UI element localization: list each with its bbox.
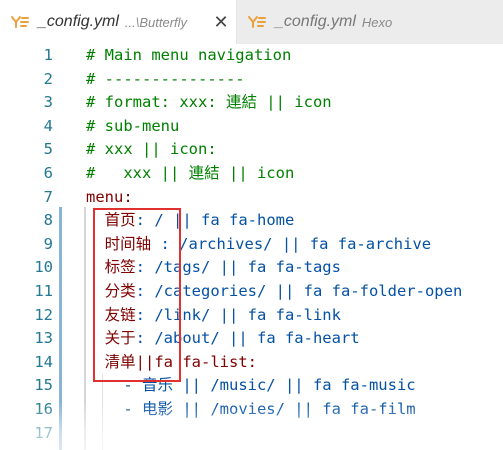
code-text: # --------------- (86, 68, 245, 92)
code-line[interactable]: 12 友链: /link/ || fa fa-link (0, 304, 503, 328)
tab-path: ...\Butterfly (124, 14, 188, 30)
code-line[interactable]: 6 # xxx || 連結 || icon (0, 162, 503, 186)
code-token: # xxx || icon: (86, 140, 217, 159)
line-number: 11 (34, 282, 53, 300)
line-number: 12 (34, 305, 53, 324)
code-token: # --------------- (86, 69, 245, 88)
code-line[interactable]: 5 # xxx || icon: (0, 138, 503, 162)
line-number: 8 (43, 211, 53, 230)
line-number: 1 (43, 46, 53, 64)
code-text: # xxx || 連結 || icon (86, 162, 294, 186)
code-line[interactable]: 3 # format: xxx: 連結 || icon (0, 91, 503, 115)
tab-bar: _config.yml ...\Butterfly ✕ _config.yml … (0, 0, 503, 45)
tab-hexo-config[interactable]: _config.yml Hexo (237, 0, 503, 44)
line-number: 13 (34, 329, 53, 348)
close-icon[interactable]: ✕ (210, 11, 232, 33)
code-token: : /archives/ || fa fa-archive (160, 234, 432, 253)
line-number: 17 (34, 423, 53, 442)
code-line[interactable]: 8 首页: / || fa fa-home (0, 209, 503, 233)
code-token: # xxx || 連結 || icon (86, 164, 295, 182)
code-text: menu: (86, 186, 133, 210)
code-text: # xxx || icon: (86, 138, 217, 162)
code-token: - 电影 || /movies/ || fa fa-film (86, 400, 416, 418)
code-token: : /categories/ || fa fa-folder-open (135, 282, 463, 300)
line-number: 15 (34, 376, 53, 395)
line-number: 16 (34, 400, 53, 418)
code-line[interactable]: 14 清单||fa fa-list: (0, 351, 503, 375)
annotation-highlight-box (93, 208, 181, 382)
yaml-file-icon (247, 12, 267, 32)
code-line[interactable]: 13 关于: /about/ || fa fa-heart (0, 327, 503, 351)
code-token: # format: xxx: 連結 || icon (86, 93, 332, 112)
line-number: 7 (43, 187, 53, 206)
tab-path: Hexo (361, 14, 393, 30)
line-number: 6 (43, 164, 53, 182)
line-number: 9 (43, 234, 53, 253)
code-editor[interactable]: 1 # Main menu navigation 2 # --------------… (0, 44, 503, 450)
code-line[interactable]: 15 - 音乐 || /music/ || fa fa-music (0, 374, 503, 398)
code-text: # format: xxx: 連結 || icon (86, 91, 332, 115)
code-token: # sub-menu (86, 116, 180, 135)
code-line[interactable]: 17 (0, 422, 503, 446)
tab-filename: _config.yml (38, 13, 119, 30)
line-number: 2 (43, 69, 53, 88)
tab-butterfly-config[interactable]: _config.yml ...\Butterfly ✕ (0, 0, 237, 44)
yaml-file-icon (10, 12, 30, 32)
line-number: 10 (34, 258, 53, 277)
code-token: # Main menu navigation (86, 46, 292, 64)
line-number: 3 (43, 93, 53, 112)
code-line[interactable]: 11 分类: /categories/ || fa fa-folder-open (0, 280, 503, 304)
code-line[interactable]: 7 menu: (0, 186, 503, 210)
code-line[interactable]: 4 # sub-menu (0, 115, 503, 139)
line-number: 4 (43, 116, 53, 135)
code-token: menu: (86, 187, 133, 206)
code-text: # sub-menu (86, 115, 179, 139)
code-text: # Main menu navigation (86, 44, 291, 68)
line-number: 14 (34, 352, 53, 371)
code-line[interactable]: 2 # --------------- (0, 68, 503, 92)
code-line[interactable]: 10 标签: /tags/ || fa fa-tags (0, 256, 503, 280)
tab-filename: _config.yml (275, 13, 356, 30)
code-line[interactable]: 9 时间轴 : /archives/ || fa fa-archive (0, 233, 503, 257)
line-number: 5 (43, 140, 53, 159)
code-text: - 电影 || /movies/ || fa fa-film (86, 398, 416, 422)
code-line[interactable]: 1 # Main menu navigation (0, 44, 503, 68)
code-line[interactable]: 16 - 电影 || /movies/ || fa fa-film (0, 398, 503, 422)
